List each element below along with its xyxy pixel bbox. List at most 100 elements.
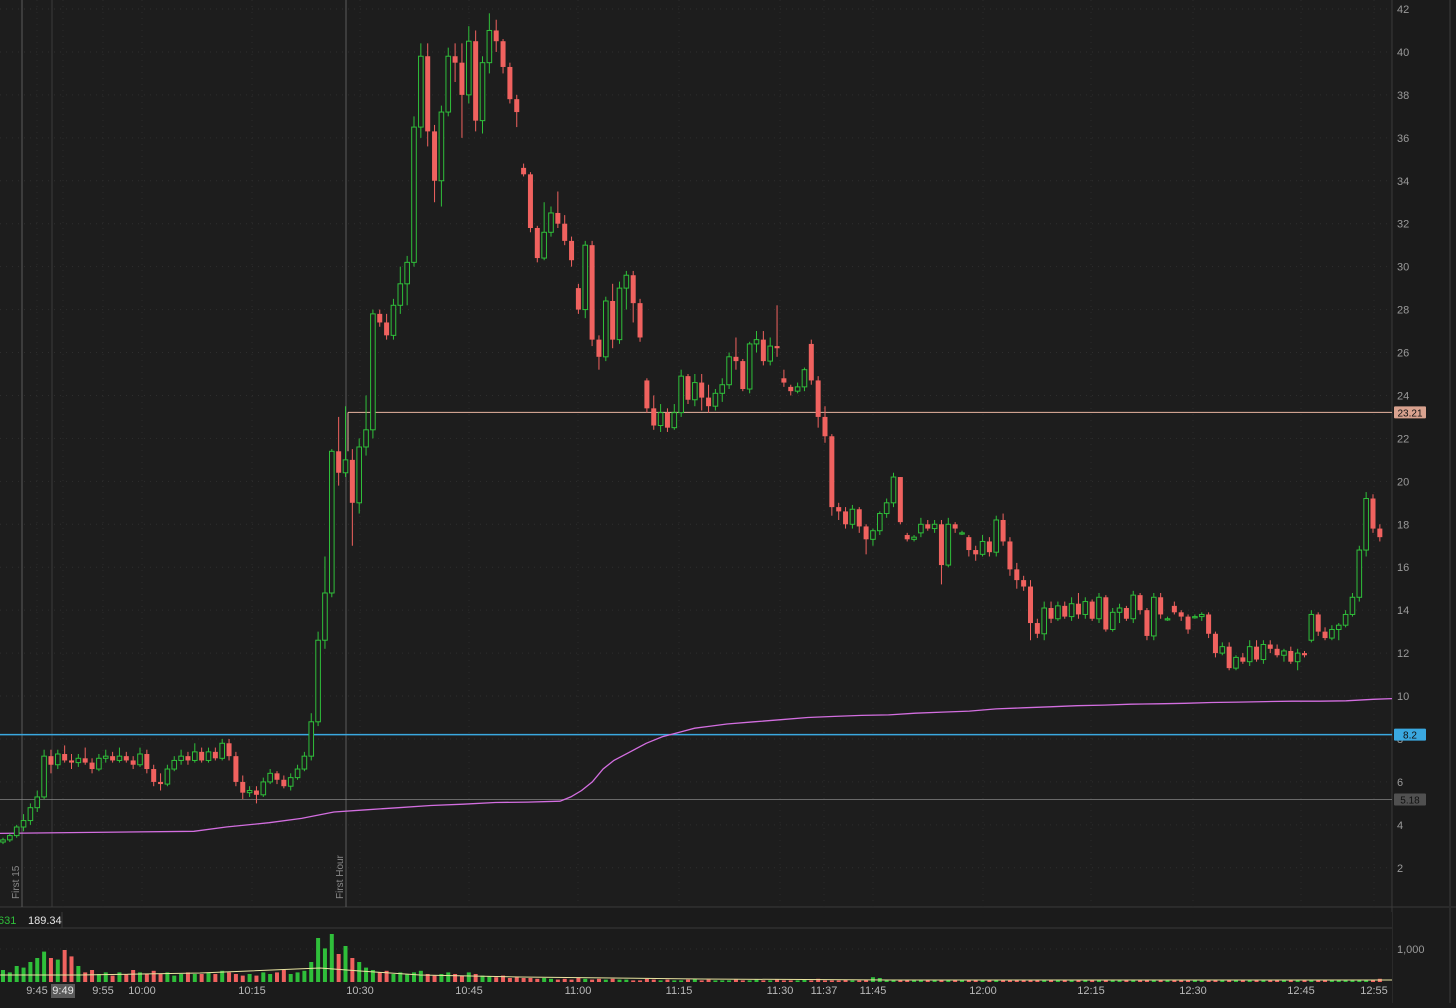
- volume-bar: [1165, 980, 1170, 982]
- volume-bar: [343, 946, 348, 982]
- volume-bar: [665, 979, 670, 982]
- x-tick-label: 9:45: [26, 985, 47, 997]
- volume-bar: [672, 980, 677, 982]
- candle-body: [507, 66, 513, 100]
- volume-bar: [932, 980, 937, 982]
- candle-body: [1377, 528, 1383, 538]
- volume-bar: [850, 980, 855, 982]
- candle-body: [979, 540, 986, 555]
- volume-bar: [521, 978, 526, 982]
- volume-bar: [158, 974, 163, 982]
- volume-bar: [775, 979, 780, 982]
- volume-bar: [227, 972, 232, 982]
- candle-body: [514, 99, 520, 113]
- candle-body: [158, 781, 164, 785]
- candle-body: [89, 762, 95, 770]
- candle-body: [151, 769, 157, 782]
- price-line-label: 5.18: [1400, 796, 1420, 807]
- candle-body: [692, 382, 698, 401]
- volume-bar: [1028, 980, 1033, 982]
- volume-bar: [747, 980, 752, 982]
- volume-bar: [254, 975, 259, 982]
- candle-body: [1158, 597, 1164, 615]
- y-tick-label: 10: [1397, 691, 1409, 703]
- candle-body: [13, 826, 20, 837]
- volume-bar: [720, 980, 725, 982]
- candle-body: [1055, 605, 1061, 620]
- volume-bar: [809, 980, 814, 982]
- volume-bar: [651, 979, 656, 982]
- volume-bar: [781, 980, 786, 982]
- volume-bar: [76, 966, 81, 982]
- candle-body: [603, 300, 609, 358]
- candle-body: [911, 536, 917, 540]
- candle-body: [219, 742, 225, 759]
- candle-body: [1349, 596, 1356, 615]
- candle-body: [0, 839, 6, 843]
- volume-bar: [466, 972, 471, 982]
- volume-bar: [1076, 980, 1081, 982]
- volume-bar: [973, 980, 978, 982]
- volume-readout-right: 189.34: [28, 915, 62, 927]
- candle-body: [575, 288, 581, 310]
- candle-body: [1109, 611, 1116, 630]
- volume-bar: [576, 978, 581, 982]
- candle-body: [308, 721, 315, 757]
- volume-bar: [322, 948, 327, 982]
- x-tick-label: 12:55: [1360, 985, 1388, 997]
- candle-body: [1267, 644, 1273, 649]
- volume-bar: [473, 974, 478, 982]
- volume-bar: [1275, 980, 1280, 982]
- candle-body: [301, 755, 308, 770]
- x-tick-label: 12:45: [1287, 985, 1315, 997]
- y-tick-label: 26: [1397, 348, 1409, 360]
- volume-bar: [432, 975, 437, 982]
- volume-bar: [733, 979, 738, 982]
- price-plot-area: [0, 0, 1392, 907]
- candle-body: [123, 756, 129, 761]
- volume-bar: [1186, 980, 1191, 982]
- volume-bar: [590, 979, 595, 982]
- candle-body: [849, 508, 856, 525]
- candle-body: [493, 30, 499, 42]
- candle-body: [767, 345, 774, 362]
- volume-bar: [1302, 980, 1307, 982]
- candle-body: [226, 743, 232, 757]
- candle-body: [1130, 594, 1137, 620]
- candle-body: [760, 339, 766, 362]
- candle-body: [596, 339, 602, 357]
- candle-body: [712, 392, 719, 407]
- volume-bar: [144, 974, 149, 982]
- candle-body: [938, 524, 944, 566]
- volume-bar: [966, 980, 971, 982]
- candle-body: [630, 275, 636, 304]
- volume-bar: [1199, 980, 1204, 982]
- candle-body: [973, 550, 979, 555]
- volume-bar: [884, 980, 889, 982]
- candle-body: [1075, 603, 1081, 615]
- volume-bar: [994, 980, 999, 982]
- y-tick-label: 42: [1397, 4, 1409, 16]
- y-tick-label: 12: [1397, 648, 1409, 660]
- candle-body: [137, 753, 143, 766]
- candle-body: [781, 378, 787, 383]
- price-chart[interactable]: 24681012141618202224262830323436384042Fi…: [0, 0, 1456, 1003]
- volume-bar: [754, 979, 759, 982]
- candle-body: [322, 592, 328, 641]
- volume-bar: [583, 978, 588, 982]
- candle-body: [294, 768, 301, 779]
- x-tick-label: 9:55: [92, 985, 113, 997]
- x-tick-label: 11:45: [860, 985, 887, 997]
- volume-bar: [1035, 980, 1040, 982]
- volume-bar: [487, 976, 492, 982]
- candle-body: [753, 339, 760, 345]
- candle-body: [404, 261, 410, 285]
- marker-label: First Hour: [335, 854, 346, 899]
- candle-body: [931, 523, 938, 530]
- volume-bar: [1206, 980, 1211, 982]
- volume-bar: [1288, 980, 1293, 982]
- volume-bar: [569, 979, 574, 982]
- price-line-label: 23.21: [1397, 408, 1422, 419]
- volume-bar: [617, 979, 622, 982]
- volume-bar: [1110, 980, 1115, 982]
